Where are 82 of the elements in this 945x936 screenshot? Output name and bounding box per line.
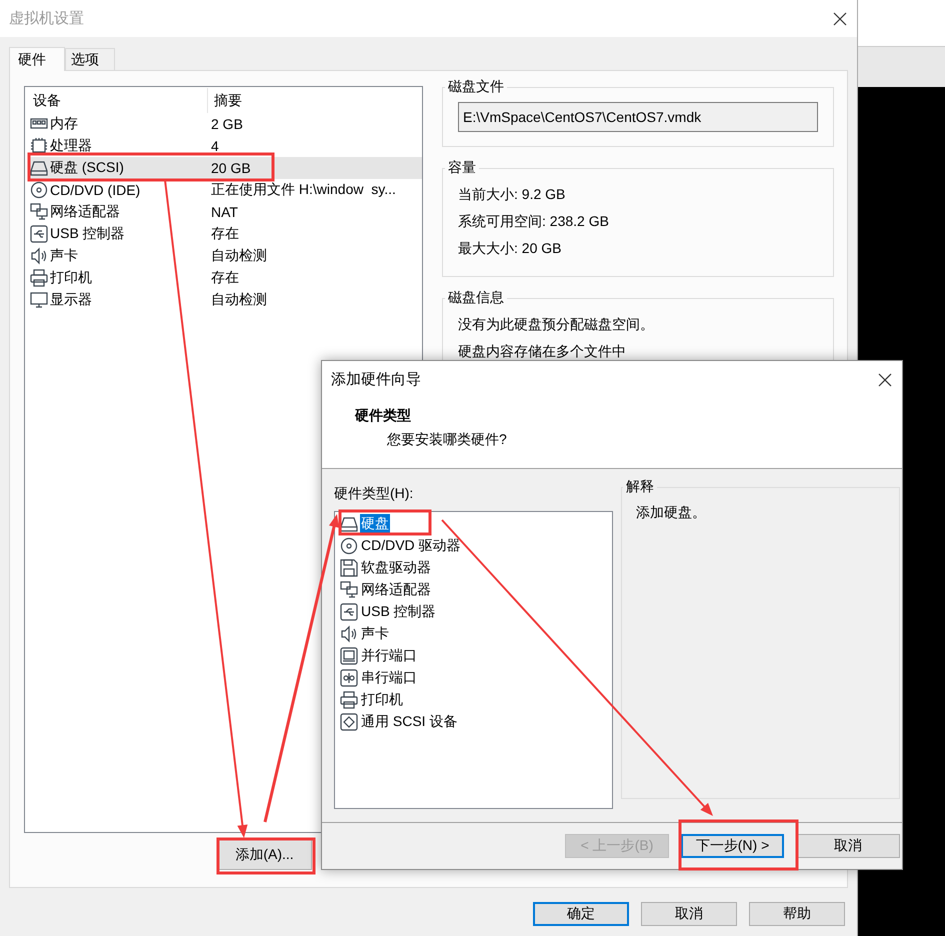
device-summary: 正在使用文件 H:\window sy... — [210, 181, 397, 199]
hardware-item[interactable]: 硬盘 — [360, 514, 390, 534]
device-row[interactable]: 处理器 4 — [28, 135, 422, 157]
tab[interactable]: 选项 — [65, 48, 115, 70]
device-summary: 20 GB — [210, 160, 252, 176]
list-label: 硬件类型(H): — [334, 485, 414, 503]
printer-icon — [340, 691, 358, 709]
device-row[interactable]: USB 控制器 存在 — [28, 223, 422, 245]
file-path-field[interactable]: E:\VmSpace\CentOS7\CentOS7.vmdk — [458, 102, 818, 132]
device-row[interactable]: 打印机 存在 — [28, 267, 422, 289]
close-icon[interactable] — [878, 372, 892, 386]
chip-icon — [30, 137, 48, 155]
device-summary: 2 GB — [210, 116, 244, 132]
wizard-subheading: 您要安装哪类硬件? — [386, 431, 508, 449]
hardware-item[interactable]: CD/DVD 驱动器 — [360, 536, 462, 556]
usb-icon — [30, 225, 48, 243]
device-row[interactable]: 内存 2 GB — [28, 113, 422, 135]
device-row[interactable]: CD/DVD (IDE) 正在使用文件 H:\window sy... — [28, 179, 422, 201]
speaker-icon — [340, 625, 358, 643]
device-name: 声卡 — [50, 247, 78, 265]
device-name: USB 控制器 — [50, 225, 125, 243]
hard-drive-icon — [340, 515, 358, 533]
wizard-button[interactable]: 下一步(N) > — [681, 834, 784, 858]
dialog-button[interactable]: 帮助 — [749, 902, 845, 926]
usb-icon — [340, 603, 358, 621]
column-header[interactable]: 摘要 — [207, 88, 422, 113]
group-title: 容量 — [447, 159, 477, 177]
add-button[interactable]: 添加(A)... — [217, 839, 312, 870]
group-title: 磁盘信息 — [447, 289, 505, 307]
capacity-line: 当前大小: 9.2 GB — [458, 185, 566, 204]
window-title: 添加硬件向导 — [331, 370, 421, 389]
serial-port-icon — [340, 669, 358, 687]
disc-icon — [30, 181, 48, 199]
device-summary: 自动检测 — [210, 291, 268, 309]
hardware-item[interactable]: 串行端口 — [360, 668, 418, 688]
device-name: 网络适配器 — [50, 203, 120, 221]
hardware-item[interactable]: 通用 SCSI 设备 — [360, 712, 458, 732]
hardware-item[interactable]: USB 控制器 — [360, 602, 437, 622]
device-summary: 自动检测 — [210, 247, 268, 265]
hardware-item[interactable]: 并行端口 — [360, 646, 418, 666]
info-line: 硬盘内容存储在多个文件中 — [458, 342, 627, 361]
window-title: 虚拟机设置 — [9, 9, 84, 28]
speaker-icon — [30, 247, 48, 265]
explanation-text: 添加硬盘。 — [636, 504, 706, 520]
device-row[interactable]: 网络适配器 NAT — [28, 201, 422, 223]
device-summary: 4 — [210, 138, 220, 154]
port-icon — [340, 647, 358, 665]
hardware-item[interactable]: 软盘驱动器 — [360, 558, 432, 578]
capacity-line: 最大大小: 20 GB — [458, 239, 562, 258]
device-name: 打印机 — [50, 269, 92, 287]
group-title: 磁盘文件 — [447, 78, 505, 96]
hardware-item[interactable]: 打印机 — [360, 690, 404, 710]
tab[interactable]: 硬件 — [9, 47, 65, 71]
hardware-item[interactable]: 网络适配器 — [360, 580, 432, 600]
device-row[interactable]: 声卡 自动检测 — [28, 245, 422, 267]
disc-icon — [340, 537, 358, 555]
device-summary: 存在 — [210, 269, 240, 287]
device-name: 内存 — [50, 115, 78, 133]
device-row[interactable]: 硬盘 (SCSI) 20 GB — [28, 157, 422, 179]
printer-icon — [30, 269, 48, 287]
info-line: 没有为此硬盘预分配磁盘空间。 — [458, 315, 655, 334]
wizard-button[interactable]: 取消 — [796, 834, 900, 858]
device-name: 显示器 — [50, 291, 92, 309]
device-name: 处理器 — [50, 137, 92, 155]
hardware-item[interactable]: 声卡 — [360, 624, 390, 644]
capacity-line: 系统可用空间: 238.2 GB — [458, 212, 610, 231]
device-summary: NAT — [210, 204, 239, 220]
device-name: CD/DVD (IDE) — [50, 182, 140, 198]
device-summary: 存在 — [210, 225, 240, 243]
diamond-icon — [340, 713, 358, 731]
monitor-icon — [30, 291, 48, 309]
network-icon — [30, 203, 48, 221]
close-icon[interactable] — [833, 12, 847, 26]
device-row[interactable]: 显示器 自动检测 — [28, 289, 422, 311]
device-name: 硬盘 (SCSI) — [50, 159, 124, 177]
group-title: 解释 — [625, 478, 655, 496]
network-icon — [340, 581, 358, 599]
dialog-button[interactable]: 取消 — [641, 902, 737, 926]
hard-drive-icon — [30, 159, 48, 177]
wizard-heading: 硬件类型 — [355, 407, 412, 425]
dialog-button[interactable]: 确定 — [533, 902, 629, 926]
column-header[interactable]: 设备 — [33, 88, 208, 113]
